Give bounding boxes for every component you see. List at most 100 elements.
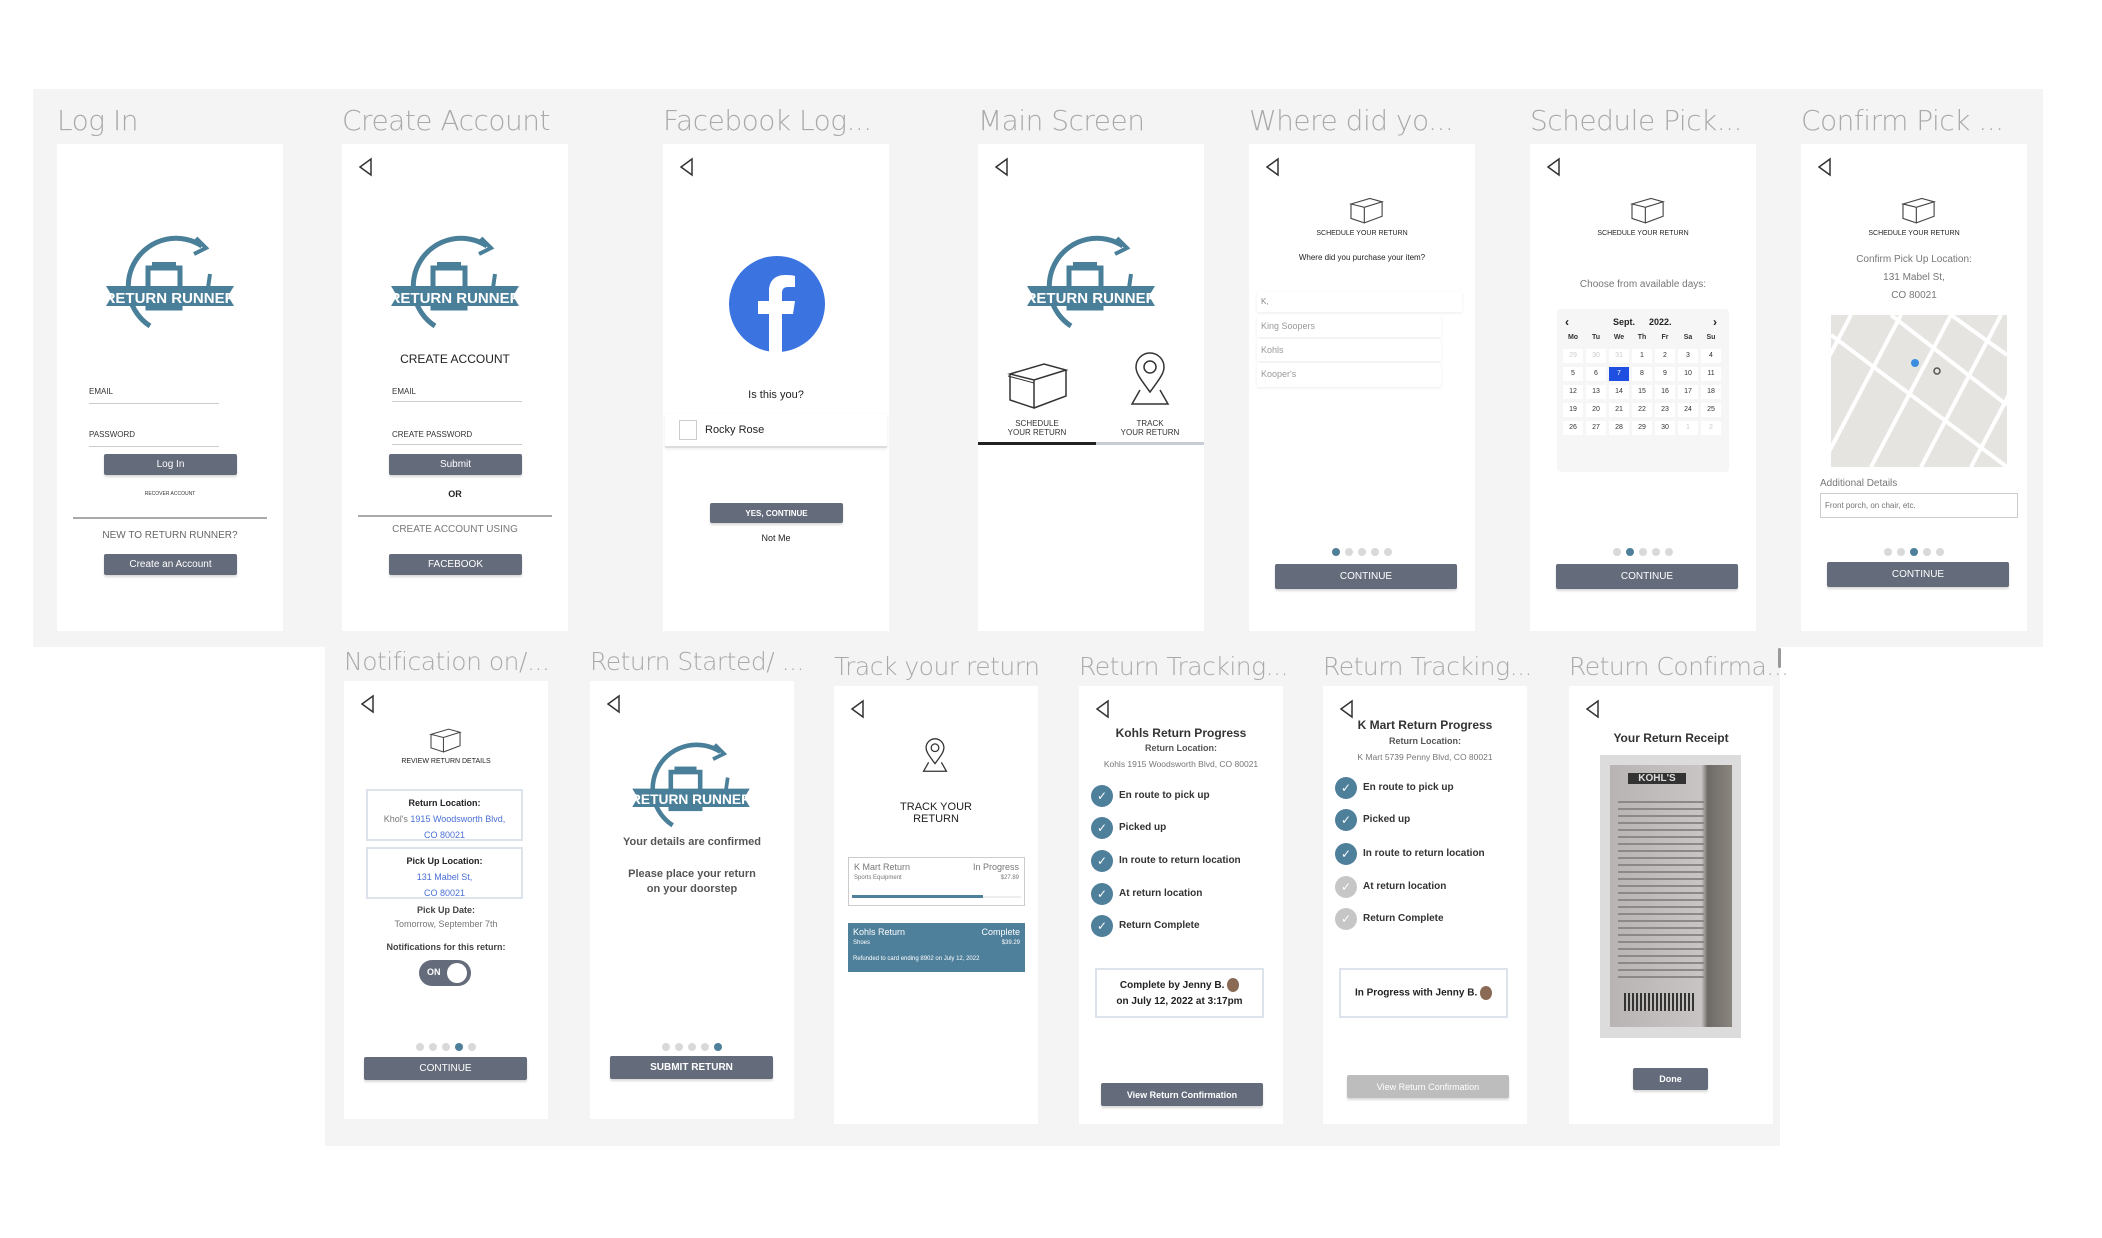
progress-heading: K Mart Return Progress [1357,718,1493,732]
calendar-day[interactable]: 17 [1678,385,1698,399]
return-address[interactable]: 1915 Woodsworth Blvd, [410,814,505,824]
kmart-return-card[interactable]: K Mart Return In Progress Sports Equipme… [848,857,1025,906]
calendar-day[interactable]: 13 [1586,385,1606,399]
email-label: EMAIL [392,387,417,396]
return-zip[interactable]: CO 80021 [370,827,519,843]
facebook-button[interactable]: FACEBOOK [389,554,522,575]
calendar-day[interactable]: 2 [1655,349,1675,363]
calendar-day[interactable]: 6 [1586,367,1606,381]
password-input[interactable] [89,446,219,447]
avatar-placeholder-icon [679,420,697,440]
back-arrow-icon[interactable] [848,698,868,720]
email-input[interactable] [89,403,219,404]
calendar-day[interactable]: 18 [1701,385,1721,399]
calendar-day[interactable]: 15 [1632,385,1652,399]
submit-button[interactable]: Submit [389,454,522,475]
calendar-day[interactable]: 20 [1586,403,1606,417]
calendar-day[interactable]: 21 [1609,403,1629,417]
calendar-day[interactable]: 24 [1678,403,1698,417]
calendar-day[interactable]: 12 [1563,385,1583,399]
page-dot [429,1043,437,1051]
password-input[interactable] [392,444,522,445]
pickup-address[interactable]: 131 Mabel St, [370,869,519,885]
back-arrow-icon[interactable] [604,693,624,715]
calendar-day[interactable]: 8 [1632,367,1652,381]
map[interactable] [1831,315,2007,467]
next-month-button[interactable]: › [1713,315,1717,329]
prev-month-button[interactable]: ‹ [1565,315,1569,329]
calendar-day[interactable]: 30 [1655,421,1675,435]
back-arrow-icon[interactable] [1583,698,1603,720]
continue-button[interactable]: CONTINUE [1275,564,1457,589]
continue-button[interactable]: CONTINUE [364,1057,527,1080]
not-me-link[interactable]: Not Me [663,533,889,543]
calendar-day[interactable]: 10 [1678,367,1698,381]
calendar-day[interactable]: 5 [1563,367,1583,381]
calendar-day[interactable]: 16 [1655,385,1675,399]
back-arrow-icon[interactable] [992,156,1012,178]
create-account-button[interactable]: Create an Account [104,554,237,575]
create-account-heading: CREATE ACCOUNT [400,352,510,366]
kohls-return-card[interactable]: Kohls Return Complete Shoes $39.29 Refun… [848,923,1025,972]
store-option[interactable]: King Soopers [1257,315,1441,337]
store-search-input[interactable]: K, [1257,292,1462,312]
calendar-day[interactable]: 23 [1655,403,1675,417]
frame-title-receipt: Return Confirma... [1569,652,1789,681]
calendar-day[interactable]: 27 [1586,421,1606,435]
view-confirmation-button[interactable]: View Return Confirmation [1101,1083,1263,1106]
calendar-day[interactable]: 29 [1632,421,1652,435]
submit-return-button[interactable]: SUBMIT RETURN [610,1056,773,1079]
account-option[interactable]: Rocky Rose [665,414,887,448]
notifications-toggle[interactable]: ON [419,960,471,986]
return-location-label: Return Location: [1145,743,1217,753]
continue-button[interactable]: CONTINUE [1827,562,2009,587]
schedule-return-tab[interactable]: SCHEDULE YOUR RETURN [978,352,1096,444]
box-icon [1348,197,1385,224]
calendar-day[interactable]: 9 [1655,367,1675,381]
continue-button[interactable]: CONTINUE [1556,564,1738,589]
back-arrow-icon[interactable] [677,156,697,178]
calendar-day[interactable]: 19 [1563,403,1583,417]
year-label[interactable]: 2022. [1649,317,1672,327]
calendar-day[interactable]: 22 [1632,403,1652,417]
pickup-zip[interactable]: CO 80021 [370,885,519,901]
calendar-day[interactable]: 25 [1701,403,1721,417]
calendar-day-selected[interactable]: 7 [1609,367,1629,381]
back-arrow-icon[interactable] [1544,156,1564,178]
page-dot [1652,548,1660,556]
login-button[interactable]: Log In [104,454,237,475]
store-name: Khol's [383,814,411,824]
back-arrow-icon[interactable] [1263,156,1283,178]
back-arrow-icon[interactable] [1815,156,1835,178]
track-return-tab[interactable]: TRACK YOUR RETURN [1096,352,1204,444]
store-option[interactable]: Kohls [1257,339,1441,361]
return-location-label: Return Location: [1389,736,1461,746]
calendar-day[interactable]: 11 [1701,367,1721,381]
frame-title-tracking1: Return Tracking... [1079,652,1288,681]
additional-details-input[interactable] [1820,493,2018,518]
confirm-location-label: Confirm Pick Up Location: [1856,254,1972,265]
yes-continue-button[interactable]: YES, CONTINUE [710,503,843,523]
calendar-day[interactable]: 1 [1632,349,1652,363]
calendar-day[interactable]: 26 [1563,421,1583,435]
frame-title-facebook: Facebook Log... [663,104,872,137]
recover-account-link[interactable]: RECOVER ACCOUNT [57,491,283,497]
calendar-day[interactable]: 3 [1678,349,1698,363]
back-arrow-icon[interactable] [358,693,378,715]
tracking-step-label: Return Complete [1119,920,1200,931]
return-address: Kohls 1915 Woodsworth Blvd, CO 80021 [1103,759,1259,769]
email-input[interactable] [392,401,522,402]
back-arrow-icon[interactable] [1093,698,1113,720]
pickup-date-label: Pick Up Date: [416,905,476,915]
page-dot [1613,548,1621,556]
done-button[interactable]: Done [1633,1068,1708,1090]
calendar-day[interactable]: 4 [1701,349,1721,363]
return-name: Kohls Return [853,927,906,937]
store-option[interactable]: Kooper's [1257,363,1441,387]
view-confirmation-button-disabled[interactable]: View Return Confirmation [1347,1075,1509,1098]
calendar-day[interactable]: 28 [1609,421,1629,435]
back-arrow-icon[interactable] [356,156,376,178]
month-label[interactable]: Sept. [1613,317,1635,327]
calendar-day[interactable]: 14 [1609,385,1629,399]
back-arrow-icon[interactable] [1337,698,1357,720]
